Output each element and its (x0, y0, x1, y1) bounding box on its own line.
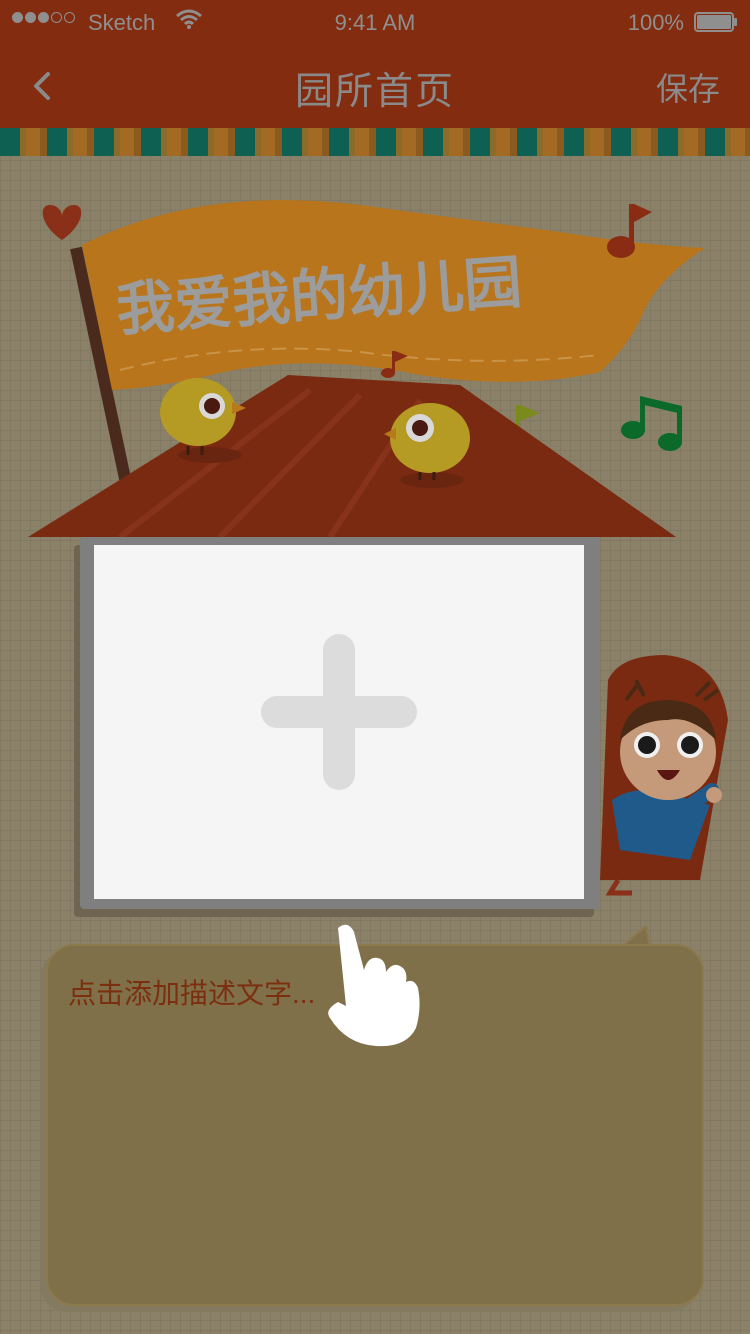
description-placeholder: 点击添加描述文字... (68, 978, 316, 1009)
battery-icon (694, 12, 737, 32)
status-bar: Sketch 9:41 AM 100% (0, 0, 750, 44)
music-note-icon (621, 396, 682, 451)
girl-character (600, 655, 728, 896)
decorative-stripe (0, 128, 750, 156)
navigation-bar: 园所首页 保存 (0, 44, 750, 128)
add-photo-button[interactable] (94, 545, 584, 899)
battery-percent: 100% (627, 10, 684, 35)
page-title: 园所首页 (294, 71, 455, 113)
heart-icon (42, 205, 82, 240)
save-button[interactable]: 保存 (656, 64, 720, 110)
tap-hand-icon (328, 924, 420, 1047)
